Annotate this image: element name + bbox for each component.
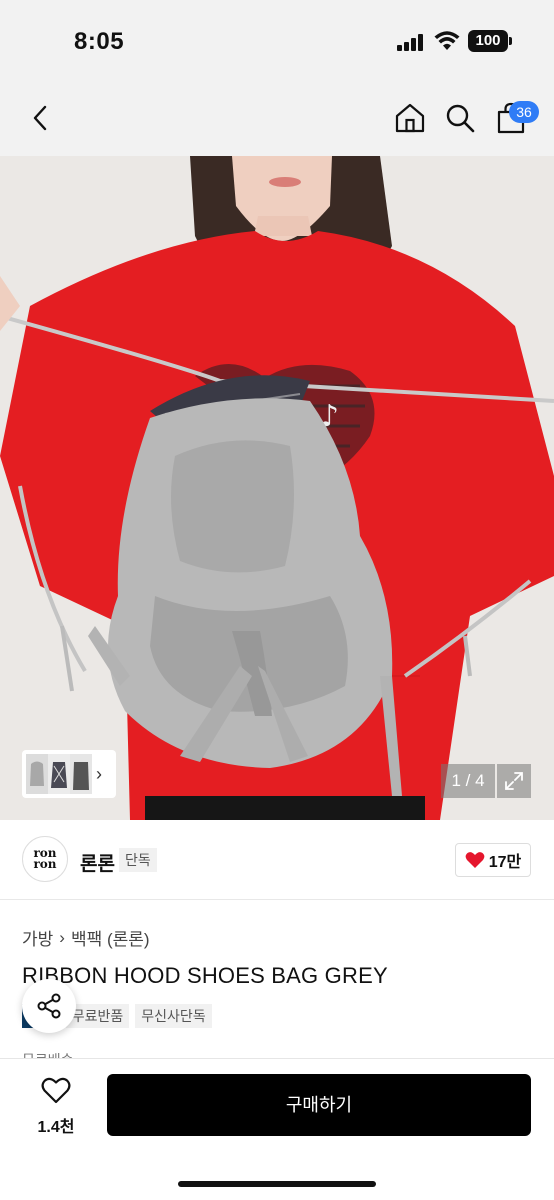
home-indicator (178, 1181, 376, 1187)
search-icon[interactable] (442, 100, 478, 136)
nav-bar (0, 82, 554, 156)
breadcrumb-chevron-icon: › (59, 927, 65, 947)
brand-exclusive-tag: 단독 (119, 848, 157, 872)
signal-icon (397, 33, 427, 51)
breadcrumb-category[interactable]: 가방 (22, 925, 53, 950)
brand-like-count: 17만 (488, 854, 522, 871)
heart-outline-icon (41, 1077, 71, 1104)
product-title: RIBBON HOOD SHOES BAG GREY (22, 963, 388, 988)
status-bar: 8:05 100 (0, 0, 554, 82)
heart-filled-icon (465, 852, 485, 868)
share-icon (37, 993, 61, 1019)
status-time: 8:05 (74, 28, 125, 55)
buy-button[interactable]: 구매하기 (107, 1074, 531, 1136)
brand-name[interactable]: 론론 (80, 849, 115, 876)
back-icon[interactable] (22, 100, 58, 136)
breadcrumb-subcategory[interactable]: 백팩 (론론) (71, 925, 150, 950)
thumbnail-chevron-icon: › (96, 763, 102, 784)
bottom-action-bar: 1.4천 구매하기 (0, 1058, 554, 1200)
battery-tip (509, 37, 512, 45)
wifi-icon (434, 30, 460, 52)
brand-like-button[interactable]: 17만 (455, 843, 531, 877)
home-icon[interactable] (392, 100, 428, 136)
image-counter: 1 / 4 (441, 764, 495, 798)
wishlist-count: 1.4천 (37, 1119, 75, 1136)
wishlist-button[interactable]: 1.4천 (26, 1077, 86, 1137)
exclusive-tag: 무신사단독 (135, 1004, 212, 1028)
product-image[interactable]: ♪ (0, 156, 554, 820)
product-photo: ♪ (0, 156, 554, 820)
expand-icon[interactable] (497, 764, 531, 798)
thumbnail-images (26, 754, 92, 794)
share-button[interactable] (22, 979, 76, 1033)
battery-icon: 100 (468, 30, 508, 52)
brand-row: ron ron 론론 단독 17만 (0, 820, 554, 900)
brand-logo[interactable]: ron ron (22, 836, 68, 882)
thumbnail-strip[interactable]: › (22, 750, 116, 798)
brand-logo-line2: ron (33, 857, 57, 871)
cart-count-badge: 36 (509, 101, 539, 123)
breadcrumb: 가방 › 백팩 (론론) (22, 925, 150, 950)
